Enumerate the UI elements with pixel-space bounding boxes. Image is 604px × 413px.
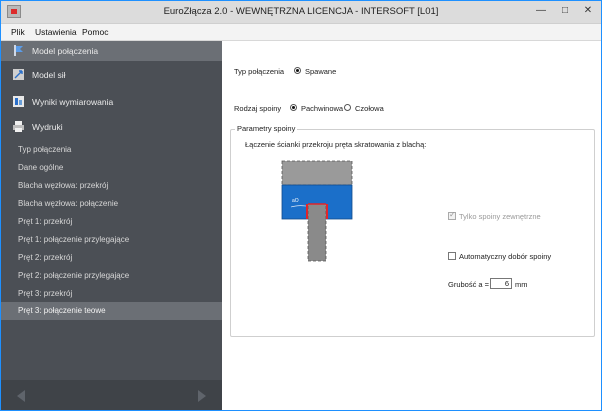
- next-arrow-icon[interactable]: [198, 390, 206, 402]
- printer-icon: [13, 121, 24, 132]
- results-icon: [13, 96, 24, 107]
- thickness-label: Grubość a =: [448, 280, 490, 289]
- app-window: EuroZłącza 2.0 - WEWNĘTRZNA LICENCJA - I…: [0, 0, 602, 411]
- window-title: EuroZłącza 2.0 - WEWNĘTRZNA LICENCJA - I…: [163, 6, 439, 17]
- thickness-input[interactable]: 6: [490, 278, 512, 289]
- sidebar-subitem-label: Blacha węzłowa: połączenie: [18, 199, 119, 208]
- menu-pomoc[interactable]: Pomoc: [82, 27, 108, 37]
- minimize-icon[interactable]: —: [533, 4, 549, 18]
- thickness-unit: mm: [515, 280, 528, 289]
- sidebar-subitem[interactable]: Pręt 2: połączenie przylegające: [1, 267, 222, 285]
- radio-spawane[interactable]: [294, 67, 301, 74]
- sidebar-subitem[interactable]: Pręt 3: przekrój: [1, 285, 222, 303]
- sidebar-subitem-label: Pręt 1: połączenie przylegające: [18, 235, 130, 244]
- radio-pachwinowa-label: Pachwinowa: [301, 104, 344, 113]
- radio-czolowa-label: Czołowa: [355, 104, 384, 113]
- menu-plik[interactable]: Plik: [11, 27, 25, 37]
- connection-model-icon: [14, 45, 23, 56]
- sidebar-subitem-label: Pręt 3: połączenie teowe: [18, 306, 106, 315]
- sidebar-subitem[interactable]: Pręt 1: przekrój: [1, 213, 222, 231]
- weld-type-label: Rodzaj spoiny: [234, 104, 282, 113]
- sidebar-subitem[interactable]: Pręt 1: połączenie przylegające: [1, 231, 222, 249]
- sidebar-item-model-sil[interactable]: Model sił: [1, 65, 222, 85]
- weld-parameters-group: Parametry spoiny Łączenie ścianki przekr…: [230, 124, 595, 337]
- sidebar-subitem-label: Pręt 3: przekrój: [18, 289, 73, 298]
- sidebar-subitem-label: Pręt 2: połączenie przylegające: [18, 271, 130, 280]
- menu-bar: Plik Ustawienia Pomoc: [1, 24, 601, 41]
- radio-spawane-label: Spawane: [305, 67, 337, 76]
- sidebar-item-label: Wydruki: [32, 122, 63, 132]
- radio-pachwinowa[interactable]: [290, 104, 297, 111]
- sidebar-subitem[interactable]: Dane ogólne: [1, 159, 222, 177]
- prev-arrow-icon[interactable]: [17, 390, 25, 402]
- sidebar-subitem-label: Pręt 1: przekrój: [18, 217, 73, 226]
- radio-czolowa[interactable]: [344, 104, 351, 111]
- sidebar: Model połączenia Model sił Wyniki wymiar…: [1, 41, 222, 410]
- force-model-icon: [13, 69, 24, 80]
- auto-weld-selection-label: Automatyczny dobór spoiny: [459, 252, 552, 261]
- gusset-hatched-region: [281, 160, 353, 186]
- weld-dimension-label: aO: [292, 198, 299, 204]
- connection-type-label: Typ połączenia: [234, 67, 285, 76]
- sidebar-item-label: Model połączenia: [32, 46, 99, 56]
- main-content: Typ połączenia Spawane Rodzaj spoiny Pac…: [222, 41, 601, 410]
- menu-ustawienia[interactable]: Ustawienia: [35, 27, 77, 37]
- sidebar-subitem-label: Blacha węzłowa: przekrój: [18, 181, 109, 190]
- sidebar-subitem[interactable]: Blacha węzłowa: połączenie: [1, 195, 222, 213]
- auto-weld-selection-checkbox[interactable]: [448, 252, 456, 260]
- title-bar: EuroZłącza 2.0 - WEWNĘTRZNA LICENCJA - I…: [1, 1, 601, 24]
- member-section: [307, 203, 327, 262]
- sidebar-subitem-label: Dane ogólne: [18, 163, 64, 172]
- sidebar-item-label: Model sił: [32, 70, 66, 80]
- weld-right: [326, 204, 328, 219]
- sidebar-subitem-label: Pręt 2: przekrój: [18, 253, 73, 262]
- sidebar-subitem-selected[interactable]: Pręt 3: połączenie teowe: [1, 302, 222, 320]
- sidebar-item-wydruki[interactable]: Wydruki: [1, 117, 222, 137]
- sidebar-subitem[interactable]: Pręt 2: przekrój: [1, 249, 222, 267]
- group-title: Parametry spoiny: [235, 124, 298, 133]
- maximize-icon[interactable]: □: [557, 4, 573, 18]
- sidebar-nav-bar: [1, 380, 222, 410]
- sidebar-subitem[interactable]: Blacha węzłowa: przekrój: [1, 177, 222, 195]
- weld-diagram: aO: [281, 160, 353, 262]
- sidebar-subitem-label: Typ połączenia: [18, 145, 72, 154]
- only-external-welds-label: Tylko spoiny zewnętrzne: [459, 212, 541, 221]
- close-icon[interactable]: ✕: [580, 4, 596, 18]
- description-text: Łączenie ścianki przekroju pręta skratow…: [245, 140, 427, 149]
- weld-left: [306, 204, 308, 219]
- sidebar-item-label: Wyniki wymiarowania: [32, 97, 114, 107]
- sidebar-item-wyniki[interactable]: Wyniki wymiarowania: [1, 92, 222, 112]
- sidebar-item-model-polaczenia[interactable]: Model połączenia: [1, 41, 222, 61]
- only-external-welds-checkbox[interactable]: [448, 210, 456, 220]
- sidebar-subitem[interactable]: Typ połączenia: [1, 141, 222, 159]
